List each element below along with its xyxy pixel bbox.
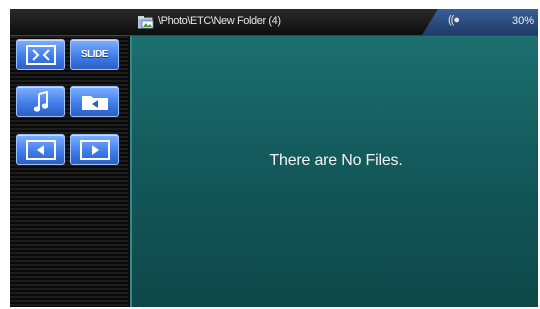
file-list-panel: There are No Files.: [130, 36, 538, 307]
folder-back-button[interactable]: [70, 86, 119, 117]
folder-path: \Photo\ETC\New Folder (4): [158, 15, 281, 27]
device-screen: \Photo\ETC\New Folder (4) ((● 30% SLIDE: [10, 9, 538, 307]
empty-message: There are No Files.: [269, 152, 403, 169]
fit-screen-icon: [25, 44, 56, 65]
previous-button[interactable]: [16, 134, 65, 165]
battery-level: 30%: [511, 15, 534, 27]
arrow-right-icon: [79, 139, 110, 160]
slide-button[interactable]: SLIDE: [70, 39, 119, 70]
slide-button-label: SLIDE: [81, 49, 108, 60]
music-button[interactable]: [16, 86, 65, 117]
signal-icon: ((●: [448, 14, 460, 26]
music-note-icon: [33, 90, 48, 112]
status-bar: \Photo\ETC\New Folder (4) ((● 30%: [10, 9, 538, 36]
control-sidebar: SLIDE: [10, 36, 128, 307]
arrow-left-icon: [25, 139, 56, 160]
next-button[interactable]: [70, 134, 119, 165]
fit-screen-button[interactable]: [16, 39, 65, 70]
folder-back-icon: [81, 95, 108, 110]
folder-picture-icon: [138, 16, 154, 29]
